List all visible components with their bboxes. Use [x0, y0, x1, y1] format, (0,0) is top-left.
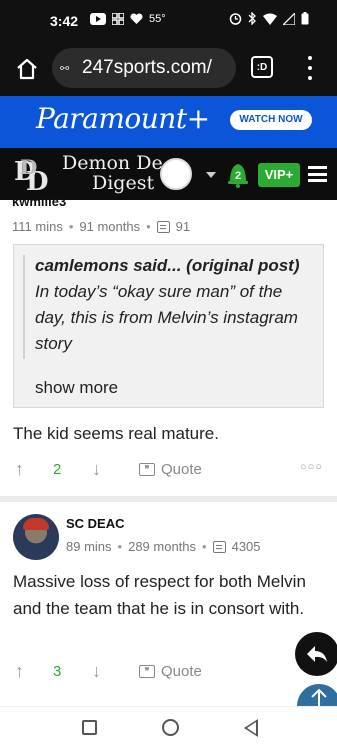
- downvote-icon[interactable]: ↓: [92, 661, 101, 682]
- scroll-top-icon: [311, 688, 327, 706]
- browser-toolbar: ⚯ 247sports.com/ :D: [0, 42, 337, 96]
- quote-text: In today’s “okay sure man” of the day, t…: [35, 282, 298, 353]
- site-logo-icon[interactable]: D D D: [10, 152, 54, 196]
- member-duration: 289 months: [128, 539, 197, 554]
- site-settings-icon[interactable]: ⚯: [60, 62, 82, 75]
- quote-author[interactable]: camlemons said... (original post): [35, 256, 300, 275]
- status-system-icons: [229, 12, 309, 25]
- youtube-icon: [90, 13, 106, 25]
- back-icon[interactable]: [244, 719, 258, 737]
- quote-label: Quote: [161, 461, 202, 478]
- site-name-line1: Demon De: [62, 152, 163, 174]
- tabs-label: :D: [256, 61, 268, 73]
- vote-count: 3: [53, 663, 62, 680]
- post-count: 91: [175, 219, 191, 234]
- quote-label: Quote: [161, 663, 202, 680]
- post-author[interactable]: SC DEAC: [66, 516, 125, 531]
- reply-icon: [307, 646, 327, 662]
- show-more-link[interactable]: show more: [35, 378, 118, 398]
- tabs-icon[interactable]: :D: [251, 56, 273, 78]
- user-avatar[interactable]: [160, 158, 192, 190]
- address-bar[interactable]: ⚯ 247sports.com/: [52, 48, 236, 88]
- quote-icon: ❞: [139, 665, 155, 678]
- vote-count: 2: [53, 461, 62, 478]
- posts-icon: [156, 220, 170, 233]
- avatar[interactable]: [13, 514, 59, 560]
- alarm-icon: [229, 13, 242, 25]
- site-name-line2: Digest: [92, 172, 155, 194]
- post-divider: [0, 496, 337, 502]
- battery-icon: [301, 12, 309, 25]
- post-meta: 111 mins • 91 months • 91: [12, 219, 190, 234]
- recents-icon[interactable]: [82, 720, 97, 735]
- signal-icon: [283, 12, 295, 25]
- meta-separator: •: [68, 219, 74, 234]
- post-time: 89 mins: [66, 539, 112, 554]
- quote-bar: [23, 255, 25, 359]
- wifi-icon: [263, 13, 277, 25]
- member-duration: 91 months: [79, 219, 141, 234]
- system-nav-bar: [0, 706, 337, 750]
- meta-separator: •: [146, 219, 151, 234]
- quote-button[interactable]: ❞ Quote: [139, 461, 202, 478]
- url-text: 247sports.com/: [82, 57, 212, 78]
- home-nav-icon[interactable]: [162, 719, 179, 736]
- notification-count: 2: [234, 170, 242, 182]
- downvote-icon[interactable]: ↓: [92, 459, 101, 480]
- menu-icon[interactable]: [306, 56, 314, 80]
- post-time: 111 mins: [12, 219, 63, 234]
- ad-watch-button[interactable]: WATCH NOW: [230, 110, 312, 130]
- ad-banner[interactable]: Paramount+ WATCH NOW: [0, 96, 337, 148]
- post-actions: ↑ 2 ↓ ❞ Quote ○○○: [0, 459, 337, 483]
- upvote-icon[interactable]: ↑: [15, 661, 24, 682]
- quote-content: camlemons said... (original post) In tod…: [35, 253, 315, 357]
- vip-button[interactable]: VIP+: [258, 163, 300, 187]
- reply-button[interactable]: [295, 632, 337, 676]
- svg-text:D: D: [20, 155, 37, 179]
- post-meta: 89 mins • 289 months • 4305: [66, 539, 261, 554]
- post-body: The kid seems real mature.: [13, 424, 219, 443]
- more-options-icon[interactable]: ○○○: [300, 461, 323, 473]
- home-icon[interactable]: [14, 56, 40, 82]
- status-time: 3:42: [50, 13, 79, 29]
- quoted-post: camlemons said... (original post) In tod…: [13, 244, 324, 408]
- quote-icon: ❞: [139, 463, 155, 476]
- status-temperature: 55°: [149, 13, 166, 25]
- quote-button[interactable]: ❞ Quote: [139, 663, 202, 680]
- grid-icon: [112, 13, 124, 25]
- ad-brand: Paramount+: [36, 102, 210, 135]
- chevron-down-icon[interactable]: [206, 172, 216, 178]
- post-body: Massive loss of respect for both Melvin …: [13, 572, 306, 618]
- meta-separator: •: [202, 539, 207, 554]
- heart-icon: [130, 13, 143, 24]
- status-notifications: 55°: [90, 13, 166, 25]
- post-author[interactable]: kwmille3: [12, 194, 66, 209]
- upvote-icon[interactable]: ↑: [15, 459, 24, 480]
- post-count: 4305: [231, 539, 261, 554]
- bluetooth-icon: [248, 12, 256, 25]
- meta-separator: •: [117, 539, 123, 554]
- hamburger-icon[interactable]: [308, 166, 327, 182]
- posts-icon: [212, 540, 226, 553]
- post-actions: ↑ 3 ↓ ❞ Quote: [0, 661, 337, 685]
- status-bar: 3:42 55°: [0, 0, 337, 42]
